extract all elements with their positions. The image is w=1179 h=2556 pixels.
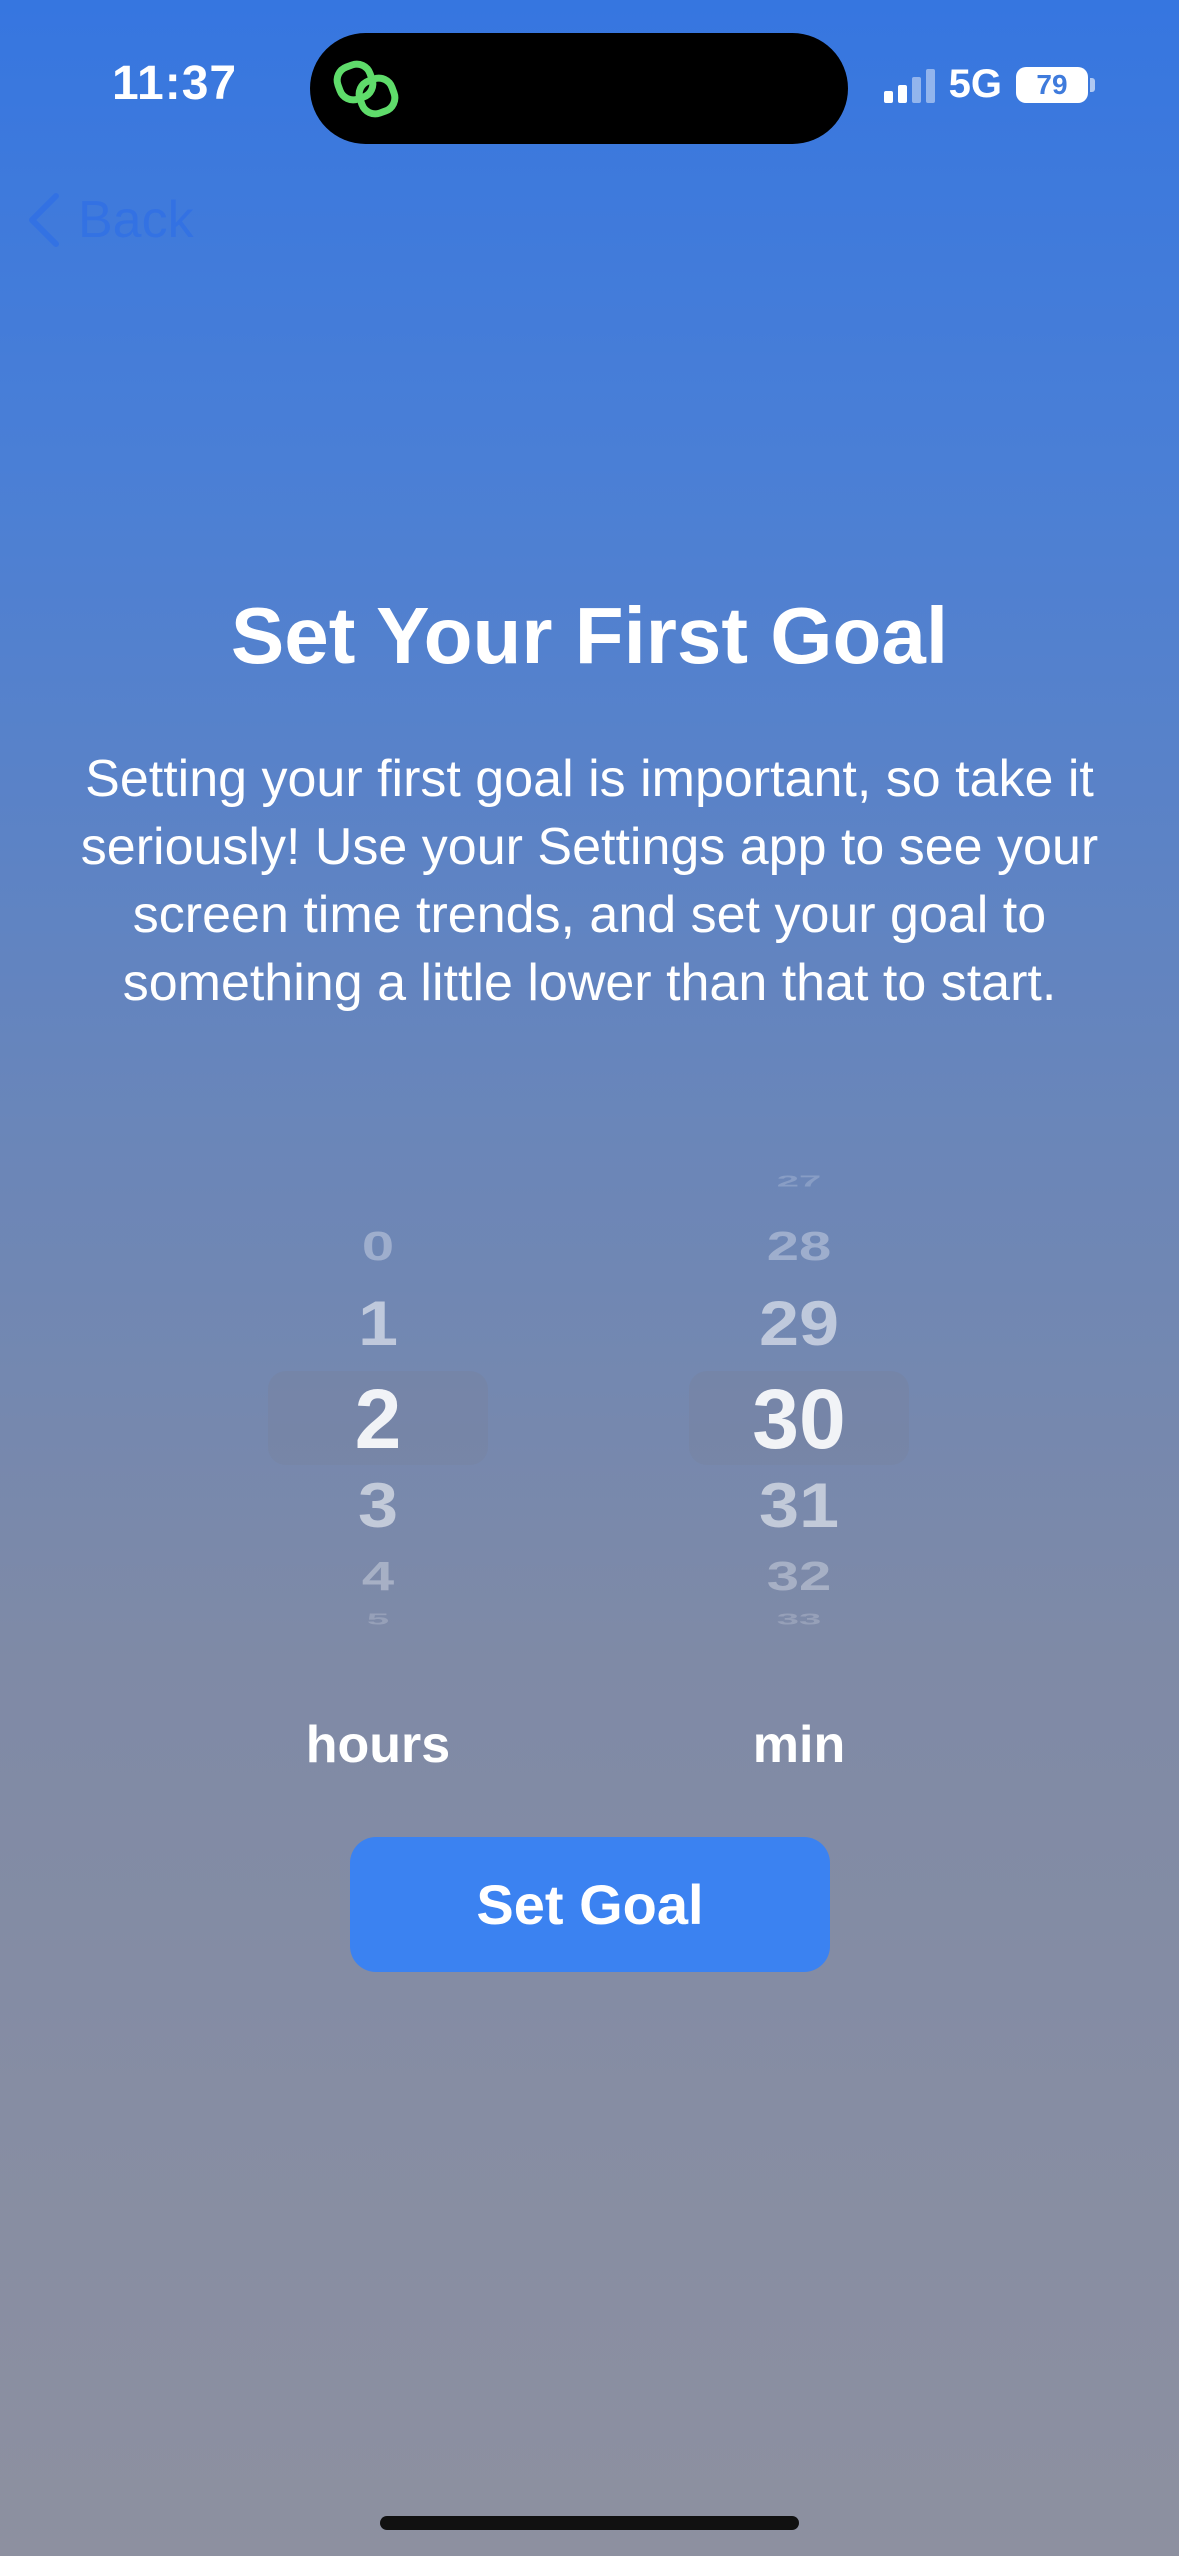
link-icon xyxy=(333,60,399,118)
minutes-label: min xyxy=(752,1716,846,1774)
minutes-option[interactable]: 27 xyxy=(689,1175,909,1191)
status-time: 11:37 xyxy=(112,57,238,110)
minutes-option[interactable]: 32 xyxy=(689,1553,909,1600)
back-button[interactable]: Back xyxy=(24,190,194,250)
battery-icon: 79 xyxy=(1016,66,1088,103)
dynamic-island xyxy=(310,33,848,144)
minutes-option[interactable]: 33 xyxy=(689,1611,909,1629)
hours-option[interactable]: 4 xyxy=(268,1553,488,1600)
hours-picker[interactable]: 0 1 2 3 4 5 xyxy=(268,1175,488,1655)
hours-option[interactable]: 1 xyxy=(268,1288,488,1360)
battery-tip xyxy=(1090,77,1095,92)
minutes-option[interactable]: 29 xyxy=(689,1288,909,1360)
home-indicator[interactable] xyxy=(380,2516,799,2530)
hours-option[interactable]: 0 xyxy=(268,1223,488,1270)
hours-label: hours xyxy=(305,1716,451,1774)
chevron-left-icon xyxy=(29,193,59,247)
page-title: Set Your First Goal xyxy=(230,591,949,680)
status-indicators: 5G 79 xyxy=(883,62,1095,107)
hours-option[interactable]: 3 xyxy=(268,1470,488,1542)
signal-icon xyxy=(883,67,935,103)
network-type: 5G xyxy=(948,62,1002,106)
back-label: Back xyxy=(78,191,194,249)
page-description: Setting your first goal is important, so… xyxy=(80,750,1099,1012)
minutes-option[interactable]: 28 xyxy=(689,1223,909,1270)
minutes-option[interactable]: 31 xyxy=(689,1470,909,1542)
battery-level: 79 xyxy=(1036,68,1068,100)
set-goal-button[interactable]: Set Goal xyxy=(350,1837,830,1972)
hours-option-selected[interactable]: 2 xyxy=(268,1371,488,1468)
minutes-option-selected[interactable]: 30 xyxy=(689,1371,909,1468)
minutes-picker[interactable]: 27 28 29 30 31 32 33 xyxy=(689,1175,909,1655)
hours-option[interactable]: 5 xyxy=(268,1611,488,1629)
